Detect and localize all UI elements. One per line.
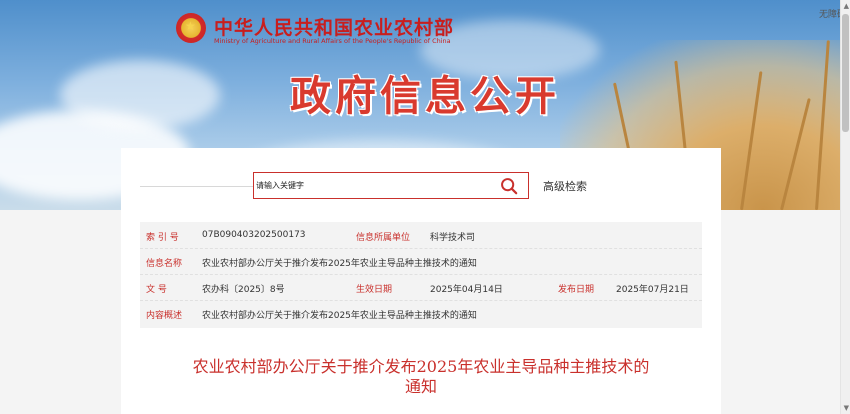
search-input[interactable]	[254, 173, 486, 198]
name-label: 信息名称	[146, 259, 183, 269]
info-row: 索 引 号 07B090403202500173 信息所属单位 科学技术司	[140, 222, 702, 249]
ministry-name-cn: 中华人民共和国农业农村部	[214, 17, 455, 39]
effective-date-value: 2025年04月14日	[430, 285, 503, 295]
advanced-search-link[interactable]: 高级检索	[543, 178, 587, 194]
info-row: 信息名称 农业农村部办公厅关于推介发布2025年农业主导品种主推技术的通知	[140, 248, 702, 275]
publish-date-value: 2025年07月21日	[616, 285, 689, 295]
index-label: 索 引 号	[146, 233, 179, 243]
summary-value: 农业农村部办公厅关于推介发布2025年农业主导品种主推技术的通知	[202, 311, 477, 321]
scroll-down-icon[interactable]: ▼	[844, 404, 849, 412]
document-title-line: 通知	[404, 377, 437, 396]
name-value: 农业农村部办公厅关于推介发布2025年农业主导品种主推技术的通知	[202, 259, 477, 269]
national-emblem-icon: ★	[176, 13, 206, 43]
docno-label: 文 号	[146, 285, 167, 295]
search-divider-left	[140, 186, 253, 187]
cloud-decoration	[60, 60, 220, 130]
document-body: 农业农村部办公厅关于推介发布2025年农业主导品种主推技术的 通知	[140, 343, 702, 414]
info-table: 索 引 号 07B090403202500173 信息所属单位 科学技术司 信息…	[140, 222, 702, 328]
search-icon[interactable]	[500, 177, 518, 195]
info-row: 文 号 农办科〔2025〕8号 生效日期 2025年04月14日 发布日期 20…	[140, 274, 702, 301]
scrollbar-thumb[interactable]	[842, 14, 849, 132]
publish-date-label: 发布日期	[558, 285, 595, 295]
index-value: 07B090403202500173	[202, 230, 306, 240]
dept-value: 科学技术司	[430, 233, 476, 243]
search-box	[253, 172, 529, 199]
summary-label: 内容概述	[146, 311, 183, 321]
document-title: 农业农村部办公厅关于推介发布2025年农业主导品种主推技术的 通知	[140, 357, 702, 397]
info-row: 内容概述 农业农村部办公厅关于推介发布2025年农业主导品种主推技术的通知	[140, 300, 702, 326]
ministry-name-en: Ministry of Agriculture and Rural Affair…	[214, 37, 451, 45]
effective-date-label: 生效日期	[356, 285, 393, 295]
page-title: 政府信息公开	[290, 72, 560, 120]
docno-value: 农办科〔2025〕8号	[202, 285, 285, 295]
scroll-up-icon[interactable]: ▲	[844, 2, 849, 10]
document-title-line: 农业农村部办公厅关于推介发布2025年农业主导品种主推技术的	[192, 357, 650, 376]
page-scrollbar[interactable]: ▲ ▼	[840, 0, 850, 414]
dept-label: 信息所属单位	[356, 233, 411, 243]
